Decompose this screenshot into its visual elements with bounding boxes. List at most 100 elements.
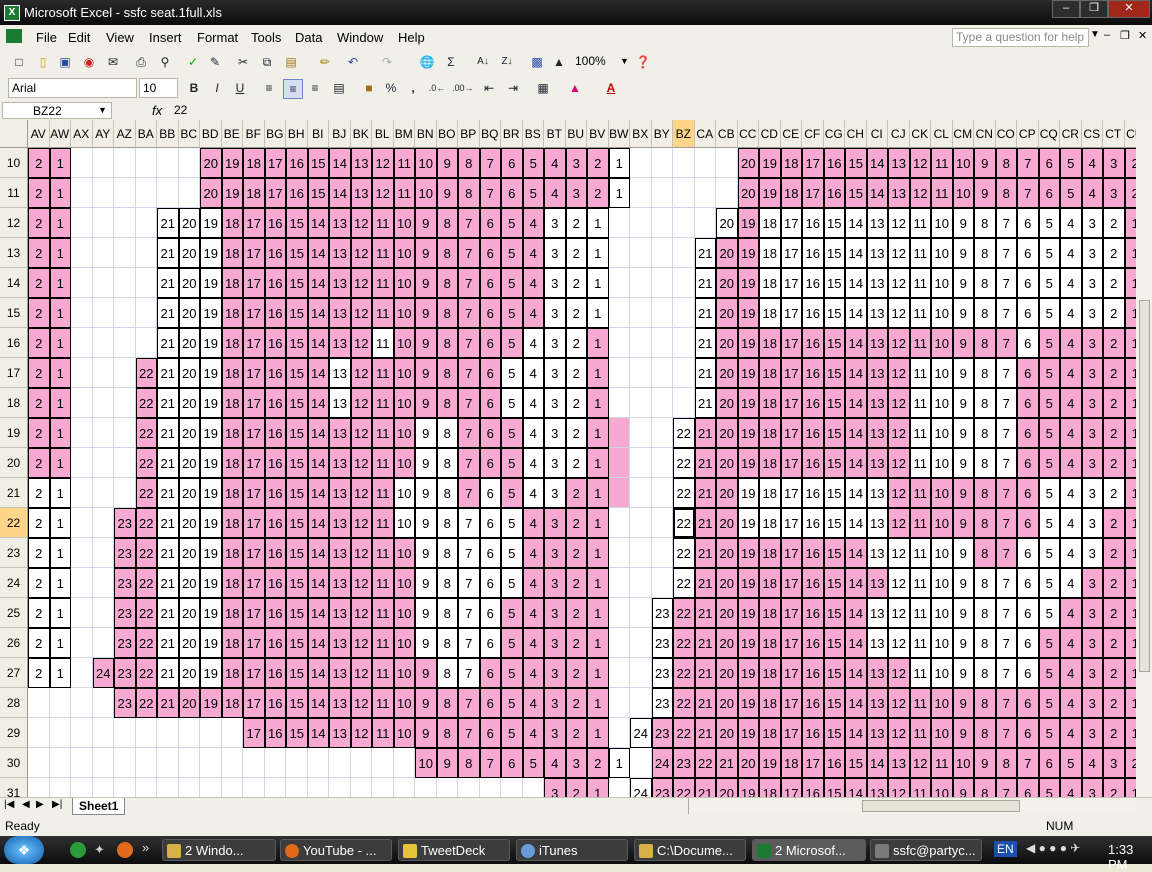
- cell-bl30[interactable]: [372, 748, 394, 778]
- cell-bf28[interactable]: 17: [243, 688, 265, 718]
- cell-bu15[interactable]: 2: [565, 298, 587, 328]
- cell-bi21[interactable]: 14: [307, 478, 329, 508]
- cell-ca16[interactable]: 21: [694, 328, 716, 358]
- column-header-co[interactable]: CO: [995, 120, 1017, 148]
- cell-bl17[interactable]: 11: [372, 358, 394, 388]
- cell-bt15[interactable]: 3: [544, 298, 566, 328]
- cell-av22[interactable]: 2: [28, 508, 50, 538]
- cell-bs22[interactable]: 4: [522, 508, 544, 538]
- cell-bj23[interactable]: 13: [329, 538, 351, 568]
- cell-bi26[interactable]: 14: [307, 628, 329, 658]
- cell-cf31[interactable]: 16: [802, 778, 824, 797]
- cell-cg13[interactable]: 15: [823, 238, 845, 268]
- cell-bm18[interactable]: 10: [393, 388, 415, 418]
- cell-bq21[interactable]: 6: [479, 478, 501, 508]
- cell-cm15[interactable]: 9: [952, 298, 974, 328]
- cell-ca19[interactable]: 21: [694, 418, 716, 448]
- cell-cd24[interactable]: 18: [759, 568, 781, 598]
- dropdown-arrow-icon[interactable]: ▼: [1090, 29, 1100, 40]
- column-header-cm[interactable]: CM: [952, 120, 974, 148]
- cell-bh31[interactable]: [286, 778, 308, 797]
- cell-ci16[interactable]: 13: [866, 328, 888, 358]
- cell-cr31[interactable]: 4: [1060, 778, 1082, 797]
- cell-cq24[interactable]: 5: [1038, 568, 1060, 598]
- cell-by27[interactable]: 23: [651, 658, 673, 688]
- cell-cg16[interactable]: 15: [823, 328, 845, 358]
- cell-bu16[interactable]: 2: [565, 328, 587, 358]
- cell-bo31[interactable]: [437, 778, 458, 797]
- cell-cm11[interactable]: 10: [952, 178, 974, 208]
- cell-be26[interactable]: 18: [221, 628, 243, 658]
- cell-ci25[interactable]: 13: [866, 598, 888, 628]
- cell-cr24[interactable]: 4: [1060, 568, 1082, 598]
- cell-bi30[interactable]: [307, 748, 329, 778]
- cell-bq28[interactable]: 6: [479, 688, 501, 718]
- cell-co28[interactable]: 7: [995, 688, 1017, 718]
- cell-bw10[interactable]: 1: [608, 148, 630, 178]
- cell-bd25[interactable]: 19: [200, 598, 222, 628]
- cell-bl22[interactable]: 11: [372, 508, 394, 538]
- cell-cr21[interactable]: 4: [1060, 478, 1082, 508]
- cell-cp24[interactable]: 6: [1017, 568, 1039, 598]
- cell-cn26[interactable]: 8: [974, 628, 996, 658]
- cell-bn28[interactable]: 9: [415, 688, 437, 718]
- cell-cl24[interactable]: 10: [931, 568, 953, 598]
- cell-bt23[interactable]: 3: [544, 538, 566, 568]
- cell-cj26[interactable]: 12: [888, 628, 910, 658]
- cell-ch16[interactable]: 14: [845, 328, 867, 358]
- cell-ct26[interactable]: 2: [1103, 628, 1125, 658]
- cell-cf14[interactable]: 16: [802, 268, 824, 298]
- row-header-13[interactable]: 13: [0, 238, 28, 268]
- cell-cf24[interactable]: 16: [802, 568, 824, 598]
- cell-bz22[interactable]: 22: [673, 508, 695, 538]
- cell-bn10[interactable]: 10: [415, 148, 437, 178]
- cell-ca13[interactable]: 21: [694, 238, 716, 268]
- font-select[interactable]: Arial: [8, 78, 137, 98]
- cell-ce25[interactable]: 17: [780, 598, 802, 628]
- cell-bp21[interactable]: 7: [458, 478, 480, 508]
- cell-ca30[interactable]: 22: [694, 748, 716, 778]
- insert-function-button[interactable]: fx: [152, 103, 162, 118]
- cell-az30[interactable]: [114, 748, 136, 778]
- cell-bz10[interactable]: [673, 148, 695, 178]
- menu-help[interactable]: Help: [398, 30, 425, 45]
- cell-bz23[interactable]: 22: [673, 538, 695, 568]
- cell-bi11[interactable]: 15: [307, 178, 329, 208]
- cell-bk26[interactable]: 12: [350, 628, 372, 658]
- cell-bi31[interactable]: [308, 778, 329, 797]
- cell-cd27[interactable]: 18: [759, 658, 781, 688]
- cell-aw17[interactable]: 1: [49, 358, 71, 388]
- cell-av21[interactable]: 2: [28, 478, 50, 508]
- cell-cr30[interactable]: 5: [1060, 748, 1082, 778]
- italic-button[interactable]: I: [208, 79, 226, 97]
- cell-cg17[interactable]: 15: [823, 358, 845, 388]
- cell-bb28[interactable]: 21: [157, 688, 179, 718]
- cell-cn16[interactable]: 8: [974, 328, 996, 358]
- language-indicator[interactable]: EN: [994, 841, 1017, 857]
- cell-ca20[interactable]: 21: [694, 448, 716, 478]
- cell-ay16[interactable]: [92, 328, 114, 358]
- cell-bo10[interactable]: 9: [436, 148, 458, 178]
- cell-bo13[interactable]: 8: [436, 238, 458, 268]
- cell-bb25[interactable]: 21: [157, 598, 179, 628]
- cell-bd13[interactable]: 19: [200, 238, 222, 268]
- cell-ay13[interactable]: [92, 238, 114, 268]
- cell-bw25[interactable]: [608, 598, 630, 628]
- cell-cr14[interactable]: 4: [1060, 268, 1082, 298]
- cell-cq22[interactable]: 5: [1038, 508, 1060, 538]
- cell-ch18[interactable]: 14: [845, 388, 867, 418]
- cell-bw31[interactable]: [609, 778, 630, 797]
- cell-cr22[interactable]: 4: [1060, 508, 1082, 538]
- cell-cd11[interactable]: 19: [759, 178, 781, 208]
- name-box-dropdown-icon[interactable]: ▼: [98, 105, 107, 115]
- cell-bk30[interactable]: [350, 748, 372, 778]
- cell-bp13[interactable]: 7: [458, 238, 480, 268]
- cell-cd26[interactable]: 18: [759, 628, 781, 658]
- cell-cp20[interactable]: 6: [1017, 448, 1039, 478]
- cell-ba10[interactable]: [135, 148, 157, 178]
- cell-ck15[interactable]: 11: [909, 298, 931, 328]
- cell-ce27[interactable]: 17: [780, 658, 802, 688]
- cell-bk28[interactable]: 12: [350, 688, 372, 718]
- cell-ck17[interactable]: 11: [909, 358, 931, 388]
- cell-bi29[interactable]: 14: [307, 718, 329, 748]
